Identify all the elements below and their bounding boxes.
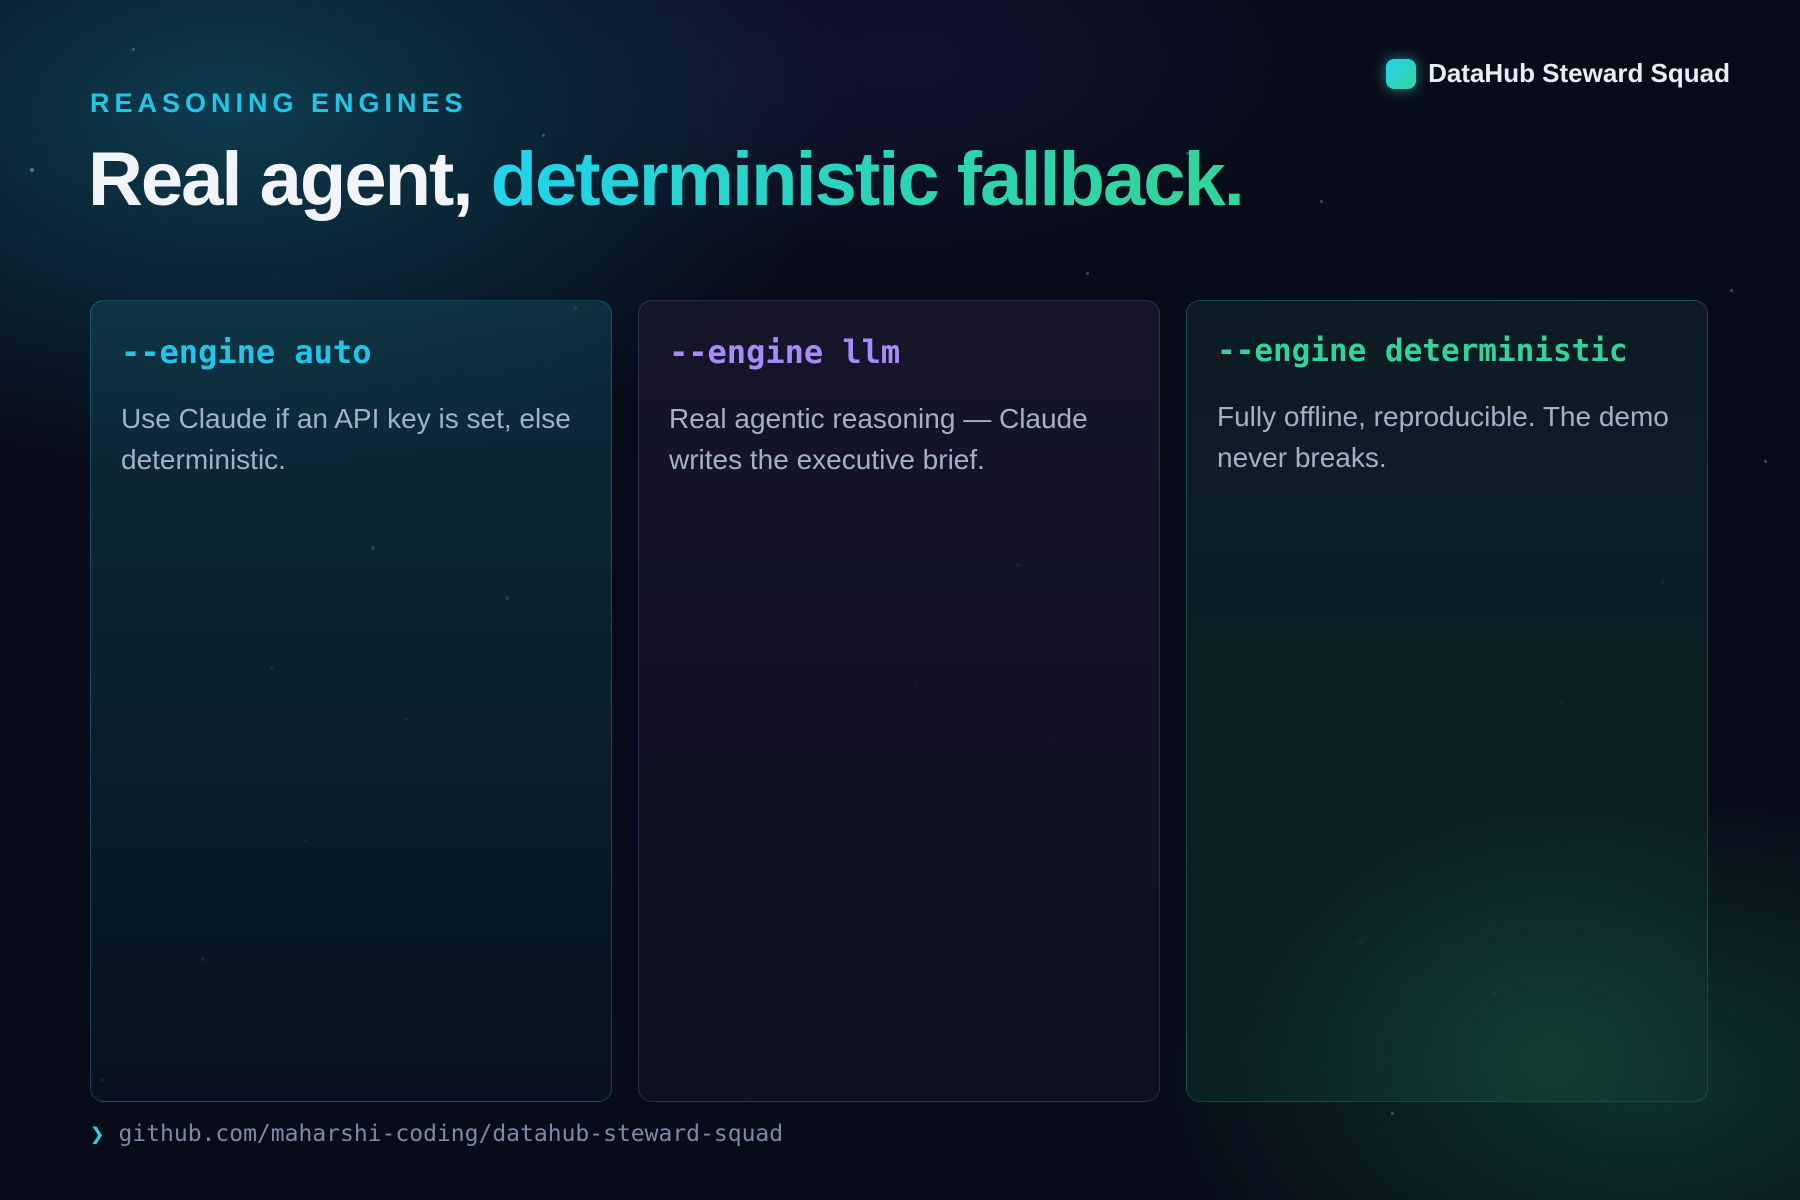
section-eyebrow: REASONING ENGINES xyxy=(90,88,468,118)
chevron-right-icon: ❯ xyxy=(90,1120,105,1148)
engine-command: --engine llm xyxy=(669,333,901,371)
engine-description: Fully offline, reproducible. The demo ne… xyxy=(1217,401,1669,473)
brand-name: DataHub Steward Squad xyxy=(1428,58,1730,88)
brand-logo-icon xyxy=(1386,58,1417,89)
footer: ❯ github.com/maharshi-coding/datahub-ste… xyxy=(90,1120,783,1148)
page-title-accent: deterministic fallback. xyxy=(490,137,1245,222)
engine-command: --engine auto xyxy=(121,333,372,371)
page-title: Real agent, deterministic fallback. xyxy=(88,134,1245,225)
engine-card-llm: --engine llm Real agentic reasoning — Cl… xyxy=(638,300,1160,1102)
repository-link[interactable]: github.com/maharshi-coding/datahub-stewa… xyxy=(118,1121,783,1147)
engine-card-auto: --engine auto Use Claude if an API key i… xyxy=(90,300,612,1102)
engine-command: --engine deterministic xyxy=(1217,333,1628,369)
engine-cards: --engine auto Use Claude if an API key i… xyxy=(90,300,1708,1102)
page-title-plain: Real agent, xyxy=(88,137,473,222)
brand: DataHub Steward Squad xyxy=(1386,58,1730,89)
engine-description: Real agentic reasoning — Claude writes t… xyxy=(669,403,1088,475)
engine-card-deterministic: --engine deterministic Fully offline, re… xyxy=(1186,300,1708,1102)
engine-description: Use Claude if an API key is set, else de… xyxy=(121,403,571,475)
